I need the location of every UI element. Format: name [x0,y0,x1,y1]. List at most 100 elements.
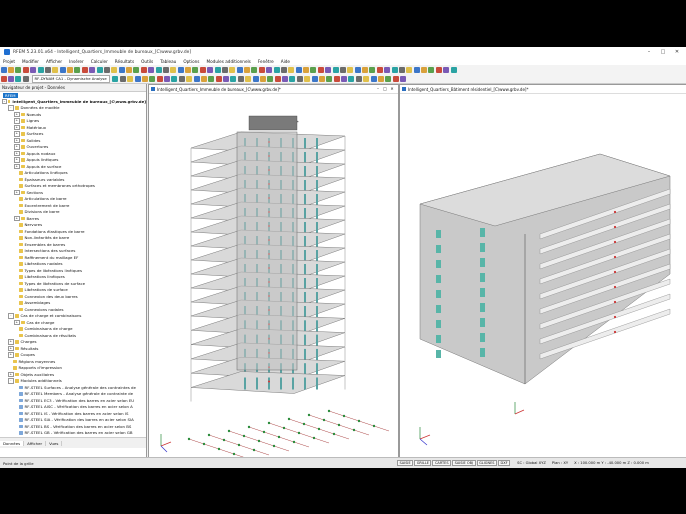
toolbar-button-icon[interactable] [318,75,325,82]
view-close-button[interactable]: ✕ [389,86,395,92]
toolbar-button-icon[interactable] [362,66,369,73]
toolbar-button-icon[interactable] [347,66,354,73]
toolbar-button-icon[interactable] [421,66,428,73]
menu-outils[interactable]: Outils [141,59,153,64]
menu-afficher[interactable]: Afficher [46,59,62,64]
expand-toggle-icon[interactable]: + [14,137,20,143]
toolbar-button-icon[interactable] [59,66,66,73]
toolbar-button-icon[interactable] [148,66,155,73]
toolbar-button-icon[interactable] [413,66,420,73]
toolbar-button-icon[interactable] [133,66,140,73]
load-case-select[interactable]: RF-DYNAM CA1 - Dynamische Analyse [31,74,110,83]
toolbar-button-icon[interactable] [178,75,185,82]
menu-modules[interactable]: Modules additionnels [206,59,250,64]
toolbar-button-icon[interactable] [296,75,303,82]
toolbar-button-icon[interactable] [332,66,339,73]
toolbar-button-icon[interactable] [193,75,200,82]
expand-toggle-icon[interactable]: + [8,352,14,358]
toolbar-button-icon[interactable] [333,75,340,82]
toolbar-button-icon[interactable] [339,66,346,73]
minimize-button[interactable]: – [642,47,656,57]
toolbar-button-icon[interactable] [223,75,230,82]
residential-building-model[interactable] [400,94,686,458]
toolbar-button-icon[interactable] [435,66,442,73]
toolbar-button-icon[interactable] [96,66,103,73]
toolbar-button-icon[interactable] [119,75,126,82]
toolbar-button-icon[interactable] [295,66,302,73]
toolbar-button-icon[interactable] [52,66,59,73]
maximize-button[interactable]: □ [656,47,670,57]
toolbar-button-icon[interactable] [311,75,318,82]
toolbar-button-icon[interactable] [303,66,310,73]
toolbar-button-icon[interactable] [428,66,435,73]
expand-toggle-icon[interactable]: + [14,111,20,117]
close-button[interactable]: ✕ [670,47,684,57]
toolbar-button-icon[interactable] [251,66,258,73]
status-tab-dxf[interactable]: DXF [498,460,511,466]
toolbar-button-icon[interactable] [289,75,296,82]
toolbar-button-icon[interactable] [391,66,398,73]
expand-toggle-icon[interactable]: - [8,105,14,111]
toolbar-button-icon[interactable] [385,75,392,82]
toolbar-button-icon[interactable] [266,66,273,73]
view-office-building[interactable]: Intelligent_Quartiers_Immeuble de bureau… [148,84,399,460]
toolbar-button-icon[interactable] [369,66,376,73]
expand-toggle-icon[interactable]: + [14,189,20,195]
tab-donnees[interactable]: Données [0,440,25,446]
toolbar-button-icon[interactable] [44,66,51,73]
expand-toggle-icon[interactable]: + [14,163,20,169]
expand-toggle-icon[interactable]: + [14,319,20,325]
toolbar-button-icon[interactable] [363,75,370,82]
toolbar-button-icon[interactable] [22,75,29,82]
toolbar-button-icon[interactable] [22,66,29,73]
toolbar-button-icon[interactable] [450,66,457,73]
menu-modifier[interactable]: Modifier [22,59,39,64]
menu-fenetre[interactable]: Fenêtre [258,59,274,64]
toolbar-button-icon[interactable] [89,66,96,73]
toolbar-button-icon[interactable] [170,66,177,73]
toolbar-button-icon[interactable] [252,75,259,82]
toolbar-button-icon[interactable] [126,66,133,73]
toolbar-button-icon[interactable] [384,66,391,73]
toolbar-button-icon[interactable] [355,75,362,82]
expand-toggle-icon[interactable]: - [8,313,14,319]
menu-projet[interactable]: Projet [3,59,15,64]
toolbar-button-icon[interactable] [398,66,405,73]
toolbar-button-icon[interactable] [37,66,44,73]
toolbar-button-icon[interactable] [376,66,383,73]
menu-calculer[interactable]: Calculer [91,59,108,64]
toolbar-button-icon[interactable] [192,66,199,73]
toolbar-button-icon[interactable] [140,66,147,73]
menu-resultats[interactable]: Résultats [115,59,134,64]
status-tab-saisie[interactable]: SAISIE [397,460,414,466]
toolbar-button-icon[interactable] [236,66,243,73]
toolbar-button-icon[interactable] [244,66,251,73]
expand-toggle-icon[interactable]: + [8,339,14,345]
toolbar-button-icon[interactable] [156,75,163,82]
toolbar-button-icon[interactable] [280,66,287,73]
toolbar-button-icon[interactable] [274,75,281,82]
toolbar-button-icon[interactable] [377,75,384,82]
toolbar-button-icon[interactable] [81,66,88,73]
expand-toggle-icon[interactable]: - [2,98,7,104]
toolbar-button-icon[interactable] [118,66,125,73]
status-tab-saisie-obj[interactable]: SAISIE OBJ [452,460,476,466]
tree-item[interactable]: - Intelligent_Quartiers_Immeuble de burea… [0,98,146,105]
expand-toggle-icon[interactable]: + [8,345,14,351]
toolbar-button-icon[interactable] [134,75,141,82]
toolbar-button-icon[interactable] [237,75,244,82]
toolbar-button-icon[interactable] [141,75,148,82]
view-residential-building[interactable]: Intelligent_Quartiers_Bâtiment résidenti… [399,84,686,459]
tab-afficher[interactable]: Afficher [24,440,47,446]
view-maximize-button[interactable]: □ [382,86,388,92]
menu-aide[interactable]: Aide [281,59,290,64]
toolbar-button-icon[interactable] [310,66,317,73]
expand-toggle-icon[interactable]: - [8,378,14,384]
tab-vues[interactable]: Vues [46,440,63,446]
toolbar-button-icon[interactable] [171,75,178,82]
status-tab-grille[interactable]: GRILLE [414,460,432,466]
toolbar-button-icon[interactable] [214,66,221,73]
expand-toggle-icon[interactable]: + [14,118,20,124]
toolbar-button-icon[interactable] [326,75,333,82]
toolbar-button-icon[interactable] [8,75,15,82]
